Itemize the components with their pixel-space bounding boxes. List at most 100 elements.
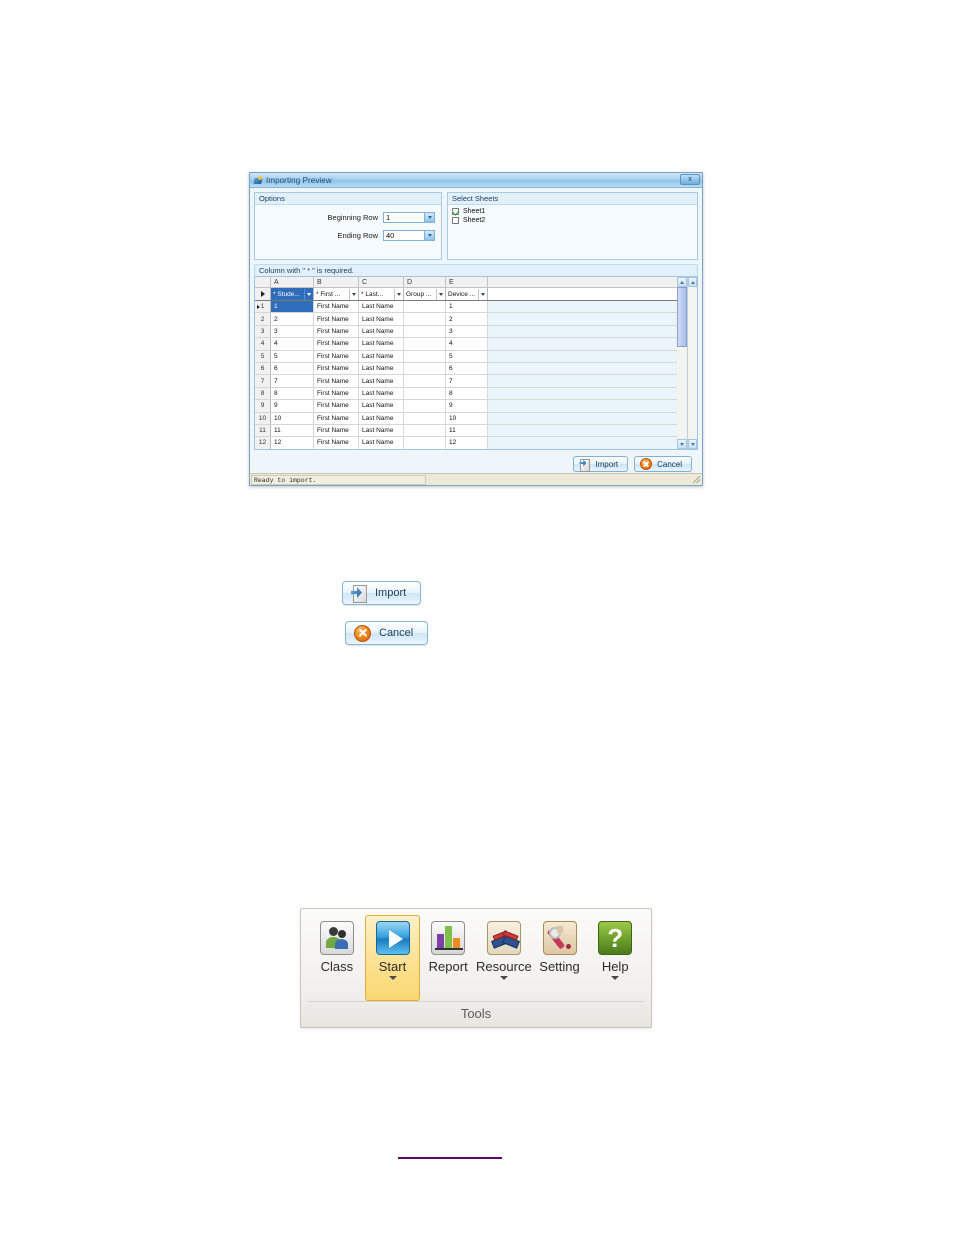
table-cell[interactable]: Last Name (359, 325, 404, 338)
table-row[interactable]: 7 7 First Name Last Name 7 (255, 375, 687, 388)
row-header[interactable]: 2 (255, 313, 271, 325)
table-row[interactable]: 6 6 First Name Last Name 6 (255, 362, 687, 376)
ribbon-item-start[interactable]: Start (364, 915, 421, 1001)
table-cell[interactable]: First Name (314, 313, 359, 325)
table-cell[interactable]: 4 (446, 338, 488, 350)
scroll-up-icon[interactable] (677, 277, 687, 287)
table-cell[interactable]: 4 (271, 338, 314, 350)
table-cell[interactable]: 12 (271, 437, 314, 449)
column-letter-a[interactable]: A (271, 277, 314, 287)
table-cell[interactable]: First Name (314, 338, 359, 350)
table-cell[interactable] (404, 362, 446, 375)
chevron-down-icon[interactable] (394, 288, 403, 300)
table-row[interactable]: 12 12 First Name Last Name 12 (255, 437, 687, 449)
column-letter-e[interactable]: E (446, 277, 488, 287)
import-button[interactable]: Import (573, 456, 629, 472)
table-cell[interactable] (404, 424, 446, 437)
table-cell[interactable]: Last Name (359, 301, 404, 313)
sheet-checkbox-row[interactable]: Sheet2 (452, 217, 693, 224)
field-header-2[interactable]: * Last... (359, 288, 404, 300)
standalone-cancel-button[interactable]: Cancel (345, 621, 429, 645)
table-cell[interactable]: 11 (271, 424, 314, 437)
chevron-down-icon[interactable] (611, 976, 620, 980)
row-header[interactable]: 8 (255, 387, 271, 400)
ribbon-item-class[interactable]: Class (309, 915, 365, 1001)
table-cell[interactable]: 12 (446, 437, 488, 449)
checkbox-icon[interactable] (452, 217, 459, 224)
table-cell[interactable]: 7 (446, 375, 488, 387)
table-cell[interactable]: 2 (446, 313, 488, 325)
row-header[interactable]: 10 (255, 412, 271, 424)
sheet-checkbox-row[interactable]: Sheet1 (452, 208, 693, 215)
ending-row-stepper[interactable]: 40 (383, 230, 435, 241)
column-letter-d[interactable]: D (404, 277, 446, 287)
table-cell[interactable]: 7 (271, 375, 314, 387)
row-header[interactable]: 6 (255, 362, 271, 375)
grid-outer-scrollbar[interactable] (687, 277, 697, 449)
table-row[interactable]: 3 3 First Name Last Name 3 (255, 325, 687, 339)
table-cell[interactable]: 10 (446, 412, 488, 424)
table-cell[interactable]: 5 (271, 350, 314, 362)
table-cell[interactable]: 1 (446, 301, 488, 313)
table-cell[interactable]: First Name (314, 362, 359, 375)
column-letter-c[interactable]: C (359, 277, 404, 287)
scroll-down-icon[interactable] (688, 439, 697, 449)
field-header-3[interactable]: Group ... (404, 288, 446, 300)
close-icon[interactable]: x (680, 174, 700, 185)
row-header[interactable]: 7 (255, 375, 271, 387)
table-cell[interactable]: 2 (271, 313, 314, 325)
chevron-down-icon[interactable] (499, 976, 508, 980)
row-header[interactable]: 3 (255, 325, 271, 338)
row-header[interactable]: 1 (255, 301, 271, 313)
table-cell[interactable]: 3 (271, 325, 314, 338)
ribbon-item-report[interactable]: Report (420, 915, 476, 1001)
table-cell[interactable] (404, 313, 446, 325)
row-header[interactable]: 5 (255, 350, 271, 362)
table-cell[interactable]: 6 (446, 362, 488, 375)
table-cell[interactable]: Last Name (359, 362, 404, 375)
ribbon-item-setting[interactable]: Setting (532, 915, 588, 1001)
standalone-import-button[interactable]: Import (342, 581, 422, 605)
table-cell[interactable]: 8 (271, 387, 314, 400)
table-row[interactable]: 2 2 First Name Last Name 2 (255, 313, 687, 326)
table-cell[interactable] (404, 375, 446, 387)
table-cell[interactable]: Last Name (359, 437, 404, 449)
chevron-down-icon[interactable] (436, 288, 445, 300)
field-header-0[interactable]: * Stude... (271, 288, 314, 300)
table-cell[interactable]: First Name (314, 437, 359, 449)
table-cell[interactable]: First Name (314, 325, 359, 338)
table-cell[interactable]: First Name (314, 301, 359, 313)
table-cell[interactable] (404, 387, 446, 400)
ribbon-item-help[interactable]: Help (587, 915, 643, 1001)
table-cell[interactable] (404, 412, 446, 424)
table-cell[interactable]: Last Name (359, 375, 404, 387)
table-row[interactable]: 8 8 First Name Last Name 8 (255, 387, 687, 401)
field-header-1[interactable]: * First ... (314, 288, 359, 300)
table-cell[interactable]: First Name (314, 412, 359, 424)
field-header-4[interactable]: Device ... (446, 288, 488, 300)
table-cell[interactable]: 9 (446, 400, 488, 412)
cancel-button[interactable]: Cancel (634, 456, 692, 472)
beginning-row-stepper[interactable]: 1 (383, 212, 435, 223)
checkbox-icon[interactable] (452, 208, 459, 215)
scroll-track[interactable] (688, 287, 697, 439)
table-cell[interactable]: 3 (446, 325, 488, 338)
table-row[interactable]: 11 11 First Name Last Name 11 (255, 424, 687, 438)
row-selector-corner[interactable] (255, 288, 271, 300)
scroll-up-icon[interactable] (688, 277, 697, 287)
chevron-down-icon[interactable] (478, 288, 487, 300)
table-cell[interactable]: 8 (446, 387, 488, 400)
table-row[interactable]: 5 5 First Name Last Name 5 (255, 350, 687, 363)
row-header[interactable]: 11 (255, 424, 271, 437)
chevron-down-icon[interactable] (424, 213, 434, 222)
table-cell[interactable]: 11 (446, 424, 488, 437)
row-header[interactable]: 12 (255, 437, 271, 449)
table-cell[interactable]: First Name (314, 375, 359, 387)
resize-grip-icon[interactable] (693, 476, 700, 483)
table-cell[interactable]: Last Name (359, 387, 404, 400)
chevron-down-icon[interactable] (388, 976, 397, 980)
ribbon-item-resource[interactable]: Resource (476, 915, 532, 1001)
table-cell[interactable]: 9 (271, 400, 314, 412)
table-cell[interactable]: Last Name (359, 338, 404, 350)
row-header[interactable]: 4 (255, 338, 271, 350)
